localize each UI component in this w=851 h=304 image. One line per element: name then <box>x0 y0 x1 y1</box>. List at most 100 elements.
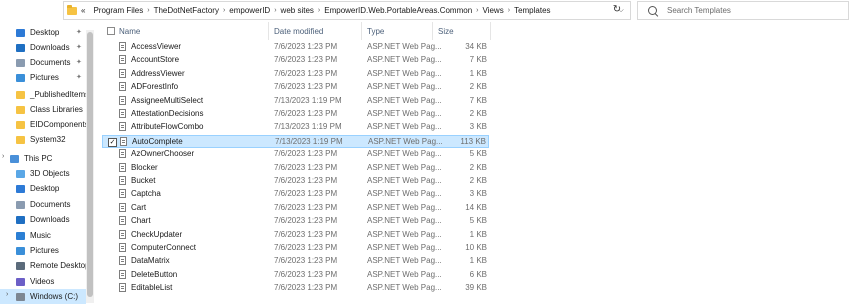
nav-item[interactable]: System32 <box>0 132 86 147</box>
file-row[interactable]: CheckUpdater 7/6/2023 1:23 PM ASP.NET Web … <box>102 229 489 242</box>
column-header-name[interactable]: Name <box>119 27 140 36</box>
overflow-chevron-icon: « <box>81 6 86 15</box>
file-row[interactable]: ✓ AutoComplete 7/13/2023 1:19 PM ASP.NET We… <box>102 134 489 148</box>
music-icon <box>16 231 25 240</box>
file-row[interactable]: AttributeFlowCombo 7/13/2023 1:19 PM ASP.N… <box>102 121 489 134</box>
breadcrumb-item[interactable]: EmpowerID.Web.PortableAreas.Common <box>324 6 472 15</box>
breadcrumb-item[interactable]: empowerID <box>229 6 270 15</box>
expand-chevron-icon[interactable]: › <box>6 291 8 298</box>
nav-item-label: EIDComponents <box>30 120 89 129</box>
breadcrumb-separator-icon[interactable]: › <box>476 7 478 14</box>
nav-item[interactable]: Pictures ✦ <box>0 70 86 85</box>
file-row[interactable]: ComputerConnect 7/6/2023 1:23 PM ASP.NET W… <box>102 242 489 255</box>
file-row[interactable]: Blocker 7/6/2023 1:23 PM ASP.NET Web Pag..… <box>102 162 489 175</box>
navigation-pane: Desktop ✦ Downloads ✦ Documents ✦ Pictures ✦ _Pu… <box>0 22 97 304</box>
nav-item[interactable]: Pictures <box>0 243 86 258</box>
file-row[interactable]: Chart 7/6/2023 1:23 PM ASP.NET Web Pag... 5… <box>102 215 489 228</box>
folder-icon <box>16 120 25 129</box>
column-divider[interactable] <box>361 22 362 40</box>
file-row[interactable]: ADForestInfo 7/6/2023 1:23 PM ASP.NET Web … <box>102 81 489 94</box>
aspx-file-icon <box>119 42 126 51</box>
select-all-checkbox[interactable] <box>107 27 115 35</box>
file-row[interactable]: DeleteButton 7/6/2023 1:23 PM ASP.NET Web … <box>102 269 489 282</box>
scrollbar-thumb[interactable] <box>87 32 93 297</box>
aspx-file-icon <box>119 95 126 105</box>
file-name: AttestationDecisions <box>131 109 204 118</box>
breadcrumb-item[interactable]: Program Files <box>93 6 143 15</box>
file-row[interactable]: Cart 7/6/2023 1:23 PM ASP.NET Web Pag... 14… <box>102 202 489 215</box>
file-size: 1 KB <box>469 68 487 78</box>
file-row[interactable]: AttestationDecisions 7/6/2023 1:23 PM ASP.… <box>102 108 489 121</box>
file-type: ASP.NET Web Pag... <box>367 149 442 159</box>
file-name: AccountStore <box>131 55 180 65</box>
column-divider[interactable] <box>432 22 433 40</box>
breadcrumb-separator-icon[interactable]: › <box>147 7 149 14</box>
column-header-type[interactable]: Type <box>367 27 384 36</box>
nav-item[interactable]: Music <box>0 228 86 243</box>
search-box[interactable] <box>637 1 849 20</box>
refresh-icon[interactable]: ↻ <box>607 3 627 17</box>
file-row[interactable]: Bucket 7/6/2023 1:23 PM ASP.NET Web Pag...… <box>102 175 489 188</box>
nav-item-label: Pictures <box>30 73 59 82</box>
file-date-modified: 7/6/2023 1:23 PM <box>274 42 338 51</box>
navigation-scrollbar[interactable] <box>86 30 94 303</box>
file-row[interactable]: AssigneeMultiSelect 7/13/2023 1:19 PM ASP.… <box>102 95 489 108</box>
nav-item[interactable]: Downloads ✦ <box>0 40 86 55</box>
expand-chevron-icon[interactable]: › <box>2 153 4 160</box>
aspx-file-icon <box>119 202 126 212</box>
file-name: DeleteButton <box>131 269 178 279</box>
nav-item[interactable]: Remote Desktop <box>0 258 90 273</box>
nav-item[interactable]: Windows (C:) › <box>0 289 86 304</box>
nav-item[interactable]: Videos <box>0 274 86 289</box>
file-size: 113 KB <box>460 136 486 146</box>
folder-icon <box>16 90 25 99</box>
breadcrumb-item[interactable]: TheDotNetFactory <box>154 6 219 15</box>
file-row[interactable]: EditableList 7/6/2023 1:23 PM ASP.NET Web … <box>102 282 489 295</box>
breadcrumb-separator-icon[interactable]: › <box>223 7 225 14</box>
column-divider[interactable] <box>490 22 491 40</box>
file-name: Bucket <box>131 176 156 185</box>
column-header-size[interactable]: Size <box>438 27 454 36</box>
nav-item[interactable]: This PC › <box>0 151 86 166</box>
file-row[interactable]: Captcha 7/6/2023 1:23 PM ASP.NET Web Pag..… <box>102 188 489 201</box>
nav-item[interactable]: 3D Objects <box>0 166 86 181</box>
nav-item-label: 3D Objects <box>30 169 70 178</box>
search-input[interactable] <box>665 5 839 16</box>
row-checkbox[interactable]: ✓ <box>108 137 117 147</box>
breadcrumb-overflow[interactable]: « <box>81 6 93 15</box>
documents-icon <box>16 200 25 209</box>
column-divider[interactable] <box>268 22 269 40</box>
nav-item[interactable]: Class Libraries <box>0 102 86 117</box>
file-row[interactable]: AddressViewer 7/6/2023 1:23 PM ASP.NET Web… <box>102 68 489 81</box>
file-type: ASP.NET Web Pag... <box>368 136 443 146</box>
column-header-date[interactable]: Date modified <box>274 27 323 36</box>
nav-item-label: Windows (C:) <box>30 292 79 301</box>
address-bar[interactable]: « Program Files › TheDotNetFactory › empower… <box>63 1 631 20</box>
aspx-file-icon <box>120 136 127 146</box>
desktop-icon <box>16 184 25 193</box>
nav-item[interactable]: Desktop ✦ <box>0 25 86 40</box>
breadcrumb-item[interactable]: Templates <box>514 6 550 15</box>
nav-item[interactable]: Documents ✦ <box>0 55 86 70</box>
file-type: ASP.NET Web Pag... <box>367 42 442 51</box>
nav-item[interactable]: _PublishedItems <box>0 87 89 102</box>
file-row[interactable]: DataMatrix 7/6/2023 1:23 PM ASP.NET Web Pa… <box>102 255 489 268</box>
nav-item[interactable]: EIDComponents <box>0 117 89 132</box>
nav-item[interactable]: Downloads <box>0 212 86 227</box>
breadcrumb-item[interactable]: Views <box>483 6 504 15</box>
file-type: ASP.NET Web Pag... <box>367 55 442 65</box>
downloads-icon <box>16 43 25 52</box>
aspx-file-icon <box>119 122 126 132</box>
breadcrumb-separator-icon[interactable]: › <box>508 7 510 14</box>
aspx-file-icon <box>119 176 126 185</box>
file-name: Chart <box>131 216 151 226</box>
breadcrumb-item[interactable]: web sites <box>281 6 314 15</box>
nav-item[interactable]: Desktop <box>0 181 86 196</box>
breadcrumb-separator-icon[interactable]: › <box>274 7 276 14</box>
file-row[interactable]: AzOwnerChooser 7/6/2023 1:23 PM ASP.NET We… <box>102 148 489 161</box>
breadcrumb-separator-icon[interactable]: › <box>318 7 320 14</box>
file-row[interactable]: AccessViewer 7/6/2023 1:23 PM ASP.NET Web … <box>102 41 489 54</box>
file-row[interactable]: AccountStore 7/6/2023 1:23 PM ASP.NET Web … <box>102 54 489 67</box>
nav-item[interactable]: Documents <box>0 197 86 212</box>
drive-icon <box>16 292 25 301</box>
